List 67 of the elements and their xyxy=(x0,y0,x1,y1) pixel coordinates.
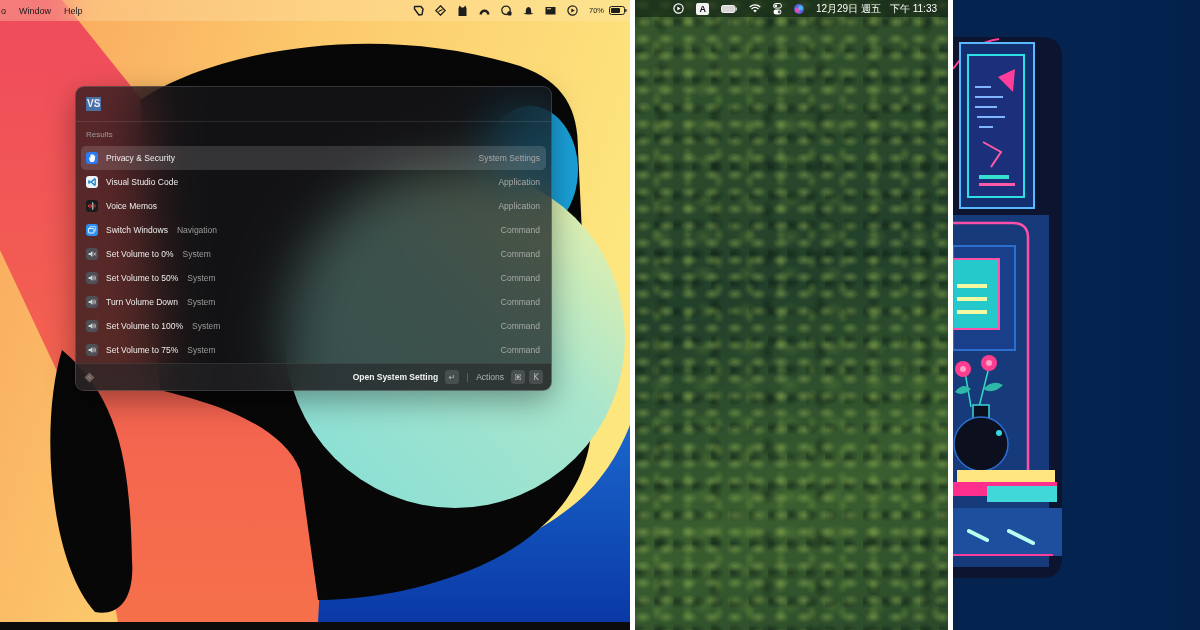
result-title: Set Volume to 75% xyxy=(106,345,179,355)
result-title: Voice Memos xyxy=(106,201,158,211)
diamond-icon xyxy=(84,371,95,383)
circle-lock-icon[interactable] xyxy=(501,5,512,16)
result-type: Application xyxy=(498,201,540,211)
menu-item[interactable]: Window xyxy=(19,5,52,16)
orb-icon[interactable] xyxy=(793,3,804,14)
primary-action-button[interactable]: Open System Setting xyxy=(352,372,439,382)
search-field[interactable]: VS xyxy=(76,87,551,122)
result-type: Application xyxy=(498,177,540,187)
wifi-icon[interactable] xyxy=(748,4,761,13)
waveform-icon xyxy=(86,200,98,212)
section-heading: Results xyxy=(85,128,114,141)
result-category: Navigation xyxy=(176,225,218,235)
window-icon[interactable] xyxy=(545,5,556,16)
result-row[interactable]: Set Volume to 50% System Command xyxy=(81,266,546,290)
play-icon[interactable] xyxy=(567,5,578,16)
result-row[interactable]: Turn Volume Down System Command xyxy=(81,290,546,314)
actions-button[interactable]: Actions xyxy=(476,372,504,382)
result-type: Command xyxy=(500,249,540,259)
result-title: Visual Studio Code xyxy=(106,177,179,187)
result-type: System Settings xyxy=(478,153,540,163)
speaker-icon xyxy=(86,320,98,332)
result-title: Set Volume to 50% xyxy=(106,273,179,283)
hand-icon xyxy=(86,152,98,164)
diamond-icon[interactable] xyxy=(435,5,446,16)
result-title: Privacy & Security xyxy=(106,153,175,163)
result-title: Set Volume to 0% xyxy=(106,249,174,259)
result-row[interactable]: Visual Studio Code Application xyxy=(81,170,546,194)
battery-icon[interactable] xyxy=(720,4,737,13)
result-category: System xyxy=(186,297,216,307)
result-type: Command xyxy=(500,297,540,307)
result-type: Command xyxy=(500,321,540,331)
result-row[interactable]: Set Volume to 0% System Command xyxy=(81,242,546,266)
result-row[interactable]: Voice Memos Application xyxy=(81,194,546,218)
hat-icon[interactable] xyxy=(523,5,534,16)
speaker-icon xyxy=(86,344,98,356)
shortcut-key: K xyxy=(529,370,543,384)
result-row[interactable]: Switch Windows Navigation Command xyxy=(81,218,546,242)
shortcut-key: ↵ xyxy=(445,370,460,384)
result-type: Command xyxy=(500,225,540,235)
result-category: System xyxy=(187,273,216,283)
result-title: Turn Volume Down xyxy=(106,297,178,307)
result-title: Switch Windows xyxy=(106,225,168,235)
shortcut-key: ⌘ xyxy=(511,370,525,384)
menu-item[interactable]: Help xyxy=(64,5,83,16)
menu-bar-clock[interactable]: 下午 11:33 xyxy=(889,1,937,16)
result-row[interactable]: Set Volume to 75% System Command xyxy=(81,338,546,362)
result-category: System xyxy=(182,249,211,259)
speaker-icon xyxy=(86,272,98,284)
result-category: System xyxy=(187,345,216,355)
toggle-icon[interactable] xyxy=(772,2,782,15)
cat-icon[interactable] xyxy=(457,5,468,16)
result-type: Command xyxy=(500,345,540,355)
result-category: System xyxy=(192,321,221,331)
speaker-icon xyxy=(86,296,98,308)
result-row[interactable]: Set Volume to 100% System Command xyxy=(81,314,546,338)
speaker-muted-icon xyxy=(86,248,98,260)
battery-icon[interactable] xyxy=(609,6,627,15)
menu-bar-date[interactable]: 12月29日 週五 xyxy=(815,1,881,16)
tag-icon[interactable] xyxy=(413,5,424,16)
menu-item[interactable]: o xyxy=(1,5,6,16)
result-type: Command xyxy=(500,273,540,283)
window-icon xyxy=(86,224,98,236)
result-row[interactable]: Privacy & Security System Settings xyxy=(81,146,546,170)
code-app-icon xyxy=(86,176,98,188)
result-title: Set Volume to 100% xyxy=(106,321,184,331)
